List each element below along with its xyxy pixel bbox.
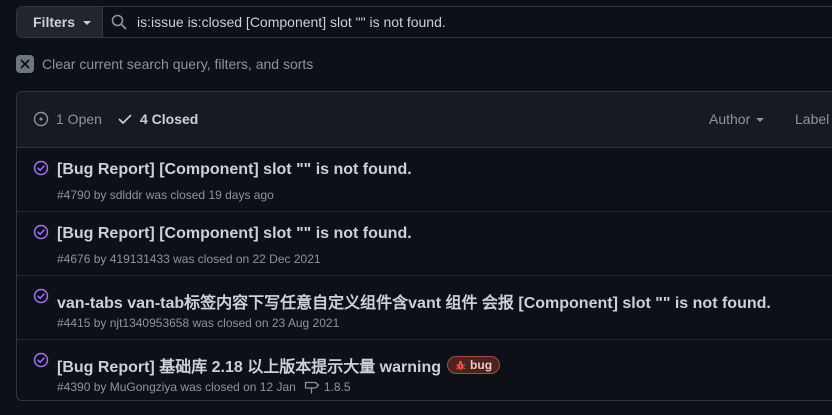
issue-number: #4676: [57, 252, 91, 266]
tab-open-issues[interactable]: 1 Open: [33, 111, 102, 127]
issue-row: [Bug Report] [Component] slot "" is not …: [17, 148, 832, 212]
issue-meta: #4790 by sdlddr was closed 19 days ago: [57, 188, 274, 202]
label-filter[interactable]: Label: [795, 111, 829, 127]
closed-count-label: 4 Closed: [140, 111, 199, 127]
issue-meta: #4390 by MuGongziya was closed on 12 Jan…: [57, 380, 351, 394]
issue-meta: #4415 by njt1340953658 was closed on 23 …: [57, 316, 339, 330]
bug-icon: [455, 360, 466, 370]
issue-meta-text: by njt1340953658 was closed on 23 Aug 20…: [93, 316, 340, 330]
issue-title-link[interactable]: [Bug Report] [Component] slot "" is not …: [57, 225, 412, 243]
milestone-icon: [304, 381, 319, 394]
search-field[interactable]: [103, 7, 832, 37]
milestone-label: 1.8.5: [323, 380, 351, 394]
clear-filters-label: Clear current search query, filters, and…: [42, 56, 314, 72]
issue-number: #4415: [57, 316, 91, 330]
issue-closed-icon: [33, 160, 49, 176]
filters-button[interactable]: Filters: [17, 7, 103, 37]
bug-label[interactable]: bug: [447, 356, 501, 374]
issue-title-link[interactable]: [Bug Report] [Component] slot "" is not …: [57, 161, 412, 179]
author-filter[interactable]: Author: [709, 111, 765, 127]
search-input[interactable]: [137, 14, 737, 30]
author-filter-label: Author: [709, 111, 751, 127]
issue-title-link[interactable]: [Bug Report] 基础库 2.18 以上版本提示大量 warning b…: [57, 353, 501, 377]
issue-closed-icon: [33, 224, 49, 240]
bug-label-text: bug: [470, 358, 493, 372]
issue-title: [Bug Report] [Component] slot "" is not …: [57, 161, 412, 178]
issue-title-link[interactable]: van-tabs van-tab标签内容下写任意自定义组件含vant 组件 会报…: [57, 289, 771, 313]
issue-row: [Bug Report] [Component] slot "" is not …: [17, 212, 832, 276]
clear-filters-link[interactable]: Clear current search query, filters, and…: [16, 55, 313, 73]
issues-list: 1 Open 4 Closed Author Label [Bug Report…: [16, 91, 832, 401]
chevron-down-icon: [83, 21, 92, 25]
issue-open-icon: [33, 111, 49, 127]
issue-number: #4790: [57, 188, 91, 202]
filters-label: Filters: [33, 14, 76, 30]
issue-row: van-tabs van-tab标签内容下写任意自定义组件含vant 组件 会报…: [17, 276, 832, 340]
issue-row: [Bug Report] 基础库 2.18 以上版本提示大量 warning b…: [17, 340, 832, 400]
issue-title: [Bug Report] 基础库 2.18 以上版本提示大量 warning: [57, 359, 442, 376]
issue-meta: #4676 by 419131433 was closed on 22 Dec …: [57, 252, 321, 266]
label-filter-label: Label: [795, 111, 830, 127]
issue-title: [Bug Report] [Component] slot "" is not …: [57, 225, 412, 242]
issue-meta-text: by sdlddr was closed 19 days ago: [93, 188, 274, 202]
issue-closed-icon: [33, 288, 49, 304]
issue-meta-text: by MuGongziya was closed on 12 Jan: [93, 380, 296, 394]
search-icon: [111, 14, 127, 30]
open-count-label: 1 Open: [56, 111, 102, 127]
tab-closed-issues[interactable]: 4 Closed: [117, 111, 198, 127]
close-icon[interactable]: [16, 55, 34, 73]
chevron-down-icon: [756, 118, 765, 122]
check-icon: [118, 114, 132, 124]
search-bar: Filters: [16, 6, 832, 38]
issue-number: #4390: [57, 380, 91, 394]
issue-title: van-tabs van-tab标签内容下写任意自定义组件含vant 组件 会报…: [57, 295, 771, 312]
issue-closed-icon: [33, 352, 49, 368]
milestone-link[interactable]: 1.8.5: [304, 380, 351, 394]
issues-list-header: 1 Open 4 Closed Author Label: [17, 92, 832, 148]
issue-meta-text: by 419131433 was closed on 22 Dec 2021: [93, 252, 321, 266]
